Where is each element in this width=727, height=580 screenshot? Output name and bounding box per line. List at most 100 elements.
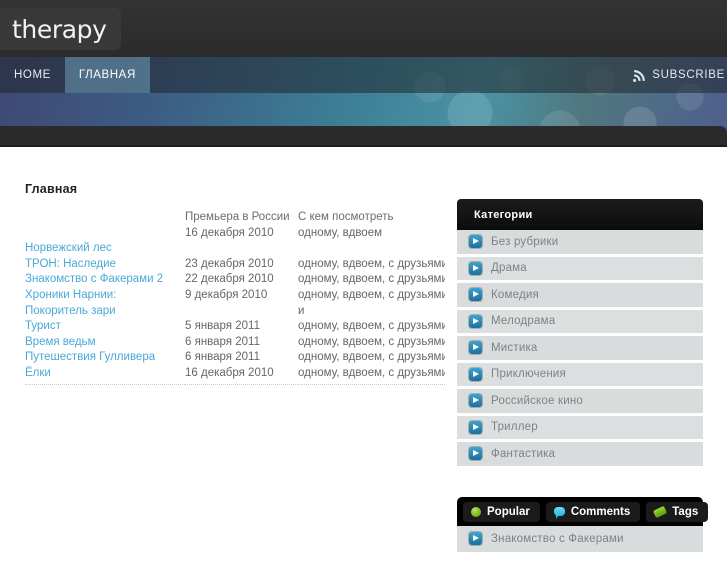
movie-title-link[interactable]: Время ведьм bbox=[25, 336, 96, 348]
category-item[interactable]: Триллер bbox=[457, 415, 703, 442]
nav-item-glavnaya-label: ГЛАВНАЯ bbox=[78, 69, 136, 81]
site-logo-text: therapy bbox=[12, 14, 107, 44]
arrow-right-icon bbox=[469, 447, 482, 461]
movie-title-cell: Время ведьм bbox=[25, 335, 185, 351]
movie-title-cell: Хроники Нарнии: bbox=[25, 288, 185, 304]
tab-tags[interactable]: Tags bbox=[646, 501, 709, 522]
categories-widget-title: Категории bbox=[474, 208, 533, 221]
rss-icon bbox=[633, 69, 646, 82]
tabs-bar: Popular Comments Tags bbox=[457, 496, 709, 526]
table-row: Время ведьм 6 января 2011 одному, вдвоем, … bbox=[25, 335, 445, 351]
table-row: Хроники Нарнии: 9 декабря 2010 одному, вдв… bbox=[25, 288, 445, 304]
movie-title-link[interactable]: Знакомство с Факерами 2 bbox=[25, 273, 163, 285]
table-row: Ёлки 16 декабря 2010 одному, вдвоем, с дру… bbox=[25, 365, 445, 385]
tag-icon bbox=[653, 505, 668, 518]
category-item-label: Комедия bbox=[491, 288, 539, 301]
movie-premiere-cell: 6 января 2011 bbox=[185, 351, 260, 364]
category-item[interactable]: Драма bbox=[457, 256, 703, 283]
nav-item-home-label: HOME bbox=[14, 69, 51, 81]
page-body: Главная Премьера в России С кем посмотре… bbox=[0, 147, 727, 552]
movie-premiere-cell bbox=[185, 241, 298, 257]
tabs-widget-first-item-label: Знакомство с Факерами bbox=[491, 532, 624, 545]
tabs-widget-first-item[interactable]: Знакомство с Факерами bbox=[457, 525, 703, 552]
tab-popular[interactable]: Popular bbox=[463, 501, 540, 522]
nav-item-glavnaya[interactable]: ГЛАВНАЯ bbox=[64, 57, 150, 93]
arrow-right-icon bbox=[469, 288, 482, 302]
movie-premiere-cell: 5 января 2011 bbox=[185, 320, 260, 333]
movie-premiere-cell: 9 декабря 2010 bbox=[185, 288, 268, 301]
category-item-label: Мистика bbox=[491, 341, 538, 354]
movie-watch-with-cell: одному, вдвоем bbox=[298, 226, 382, 239]
movie-watch-with-cell: одному, вдвоем, с друзьями bbox=[298, 365, 445, 385]
movie-title-cell: Турист bbox=[25, 319, 185, 335]
category-item[interactable]: Мелодрама bbox=[457, 309, 703, 336]
category-item[interactable]: Мистика bbox=[457, 336, 703, 363]
table-row: Знакомство с Факерами 2 22 декабря 2010 од… bbox=[25, 272, 445, 288]
arrow-right-icon bbox=[469, 394, 482, 408]
movie-watch-with-cell: и bbox=[298, 304, 305, 317]
movies-table-body: 16 декабря 2010 одному, вдвоем Норвежский … bbox=[25, 226, 445, 385]
main-navigation: HOME ГЛАВНАЯ bbox=[0, 57, 150, 93]
category-item-label: Фантастика bbox=[491, 447, 556, 460]
category-item[interactable]: Без рубрики bbox=[457, 230, 703, 257]
movie-watch-with-cell: одному, вдвоем, с друзьями bbox=[298, 320, 445, 333]
category-item[interactable]: Фантастика bbox=[457, 442, 703, 469]
tab-label: Popular bbox=[487, 505, 530, 518]
banner-footer-bar bbox=[0, 126, 727, 147]
sidebar: Категории Без рубрики Драма Комедия Мелодра… bbox=[457, 199, 709, 580]
arrow-right-icon bbox=[469, 341, 482, 355]
arrow-right-icon bbox=[469, 235, 482, 249]
nav-item-home[interactable]: HOME bbox=[0, 57, 65, 93]
movie-watch-with-cell: одному, вдвоем, с друзьями bbox=[298, 257, 445, 270]
tabs-widget: Popular Comments Tags Знакомство с Факерам… bbox=[457, 496, 709, 552]
category-item[interactable]: Приключения bbox=[457, 362, 703, 389]
movie-title-link[interactable]: Норвежский лес bbox=[25, 242, 112, 254]
movie-title-link[interactable]: Ёлки bbox=[25, 367, 51, 379]
categories-widget: Категории Без рубрики Драма Комедия Мелодра… bbox=[457, 199, 703, 469]
movie-watch-with-cell: одному, вдвоем, с друзьями bbox=[298, 273, 445, 286]
movie-title-cell bbox=[25, 226, 185, 242]
subscribe-label: SUBSCRIBE bbox=[652, 69, 725, 81]
tab-comments[interactable]: Comments bbox=[545, 501, 641, 522]
movie-title-cell: ТРОН: Наследие bbox=[25, 257, 185, 273]
movie-premiere-cell bbox=[185, 304, 298, 320]
table-row: Путешествия Гулливера 6 января 2011 одному… bbox=[25, 350, 445, 366]
movie-title-link[interactable]: Хроники Нарнии: bbox=[25, 289, 116, 301]
category-item-label: Без рубрики bbox=[491, 235, 559, 248]
table-row: ТРОН: Наследие 23 декабря 2010 одному, вдв… bbox=[25, 257, 445, 273]
tab-label: Tags bbox=[672, 505, 699, 518]
column-header-title bbox=[25, 210, 185, 226]
arrow-right-icon bbox=[469, 314, 482, 328]
movie-title-cell: Норвежский лес bbox=[25, 241, 185, 257]
movie-premiere-cell: 16 декабря 2010 bbox=[185, 365, 298, 385]
main-content: Премьера в России С кем посмотреть 16 де… bbox=[25, 210, 445, 385]
arrow-right-icon bbox=[469, 261, 482, 275]
movie-watch-with-cell: одному, вдвоем, с друзьями, с bbox=[298, 288, 445, 301]
banner-image: HOME ГЛАВНАЯ SUBSCRIBE bbox=[0, 57, 727, 133]
movie-premiere-cell: 23 декабря 2010 bbox=[185, 257, 274, 270]
movie-watch-with-cell: одному, вдвоем, с друзьями bbox=[298, 335, 445, 348]
table-row: Покоритель зари и bbox=[25, 304, 445, 320]
tab-label: Comments bbox=[570, 505, 631, 518]
green-dot-icon bbox=[471, 506, 481, 517]
site-logo[interactable]: therapy bbox=[0, 8, 121, 50]
category-item[interactable]: Комедия bbox=[457, 283, 703, 310]
categories-widget-header: Категории bbox=[457, 199, 703, 230]
movie-premiere-cell: 22 декабря 2010 bbox=[185, 273, 274, 286]
movie-title-link[interactable]: Покоритель зари bbox=[25, 305, 116, 317]
movie-title-link[interactable]: Турист bbox=[25, 320, 61, 332]
category-item-label: Приключения bbox=[491, 368, 566, 381]
top-bar: therapy bbox=[0, 0, 727, 57]
column-header-watch-with: С кем посмотреть bbox=[298, 211, 394, 223]
category-item-label: Триллер bbox=[491, 421, 538, 434]
arrow-right-icon bbox=[469, 532, 482, 546]
table-row: Турист 5 января 2011 одному, вдвоем, с дру… bbox=[25, 319, 445, 335]
category-item[interactable]: Российское кино bbox=[457, 389, 703, 416]
column-header-premiere: Премьера в России bbox=[185, 211, 290, 223]
page-title: Главная bbox=[25, 182, 78, 196]
movie-title-link[interactable]: Путешествия Гулливера bbox=[25, 351, 155, 363]
subscribe-link[interactable]: SUBSCRIBE bbox=[633, 57, 727, 93]
movie-title-link[interactable]: ТРОН: Наследие bbox=[25, 258, 116, 270]
categories-list: Без рубрики Драма Комедия Мелодрама Мистика П… bbox=[457, 230, 703, 469]
table-row: 16 декабря 2010 одному, вдвоем bbox=[25, 226, 445, 242]
